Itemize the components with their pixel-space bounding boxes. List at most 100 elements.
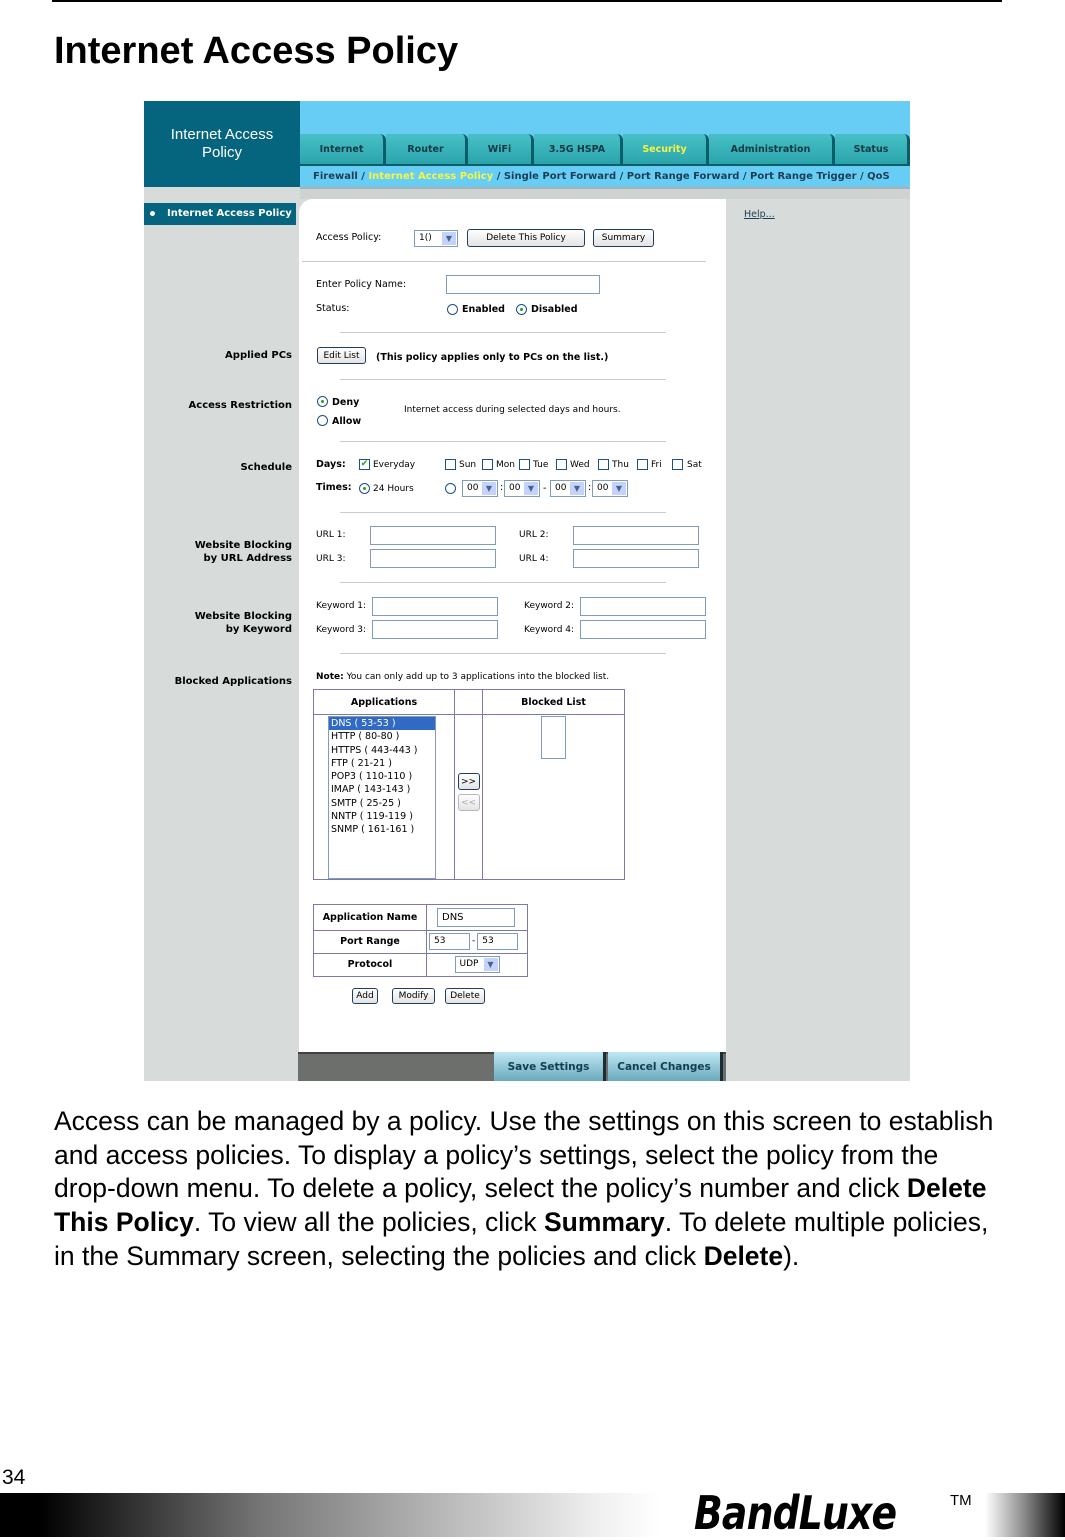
divider [302, 261, 706, 262]
day-tue-label: Tue [533, 460, 549, 470]
chevron-down-icon: ▼ [482, 482, 496, 495]
day-fri-checkbox[interactable] [637, 459, 648, 470]
day-mon-checkbox[interactable] [482, 459, 493, 470]
tab-wifi[interactable]: WiFi [468, 134, 534, 166]
divider [340, 653, 666, 654]
tab-administration[interactable]: Administration [709, 134, 835, 166]
start-minute-value: 00 [509, 483, 521, 493]
cancel-changes-button[interactable]: Cancel Changes [608, 1052, 723, 1081]
allow-radio[interactable] [317, 415, 328, 426]
protocol-value: UDP [459, 959, 479, 970]
application-option[interactable]: POP3 ( 110-110 ) [329, 770, 435, 783]
delete-app-button[interactable]: Delete [445, 988, 485, 1004]
section-keyword-blocking-line1: Website Blocking [194, 611, 292, 622]
page-title: Internet Access Policy [54, 30, 459, 72]
desc-bold-delete: Delete [703, 1240, 784, 1271]
section-access-restriction: Access Restriction [188, 400, 292, 411]
tab-internet[interactable]: Internet [300, 134, 386, 166]
keyword1-input[interactable] [372, 597, 498, 616]
subnav-internet-access-policy[interactable]: Internet Access Policy [368, 171, 493, 182]
day-mon-label: Mon [496, 460, 515, 470]
status-disabled-radio[interactable] [516, 304, 527, 315]
remove-from-blocked-button[interactable]: << [457, 794, 480, 811]
application-option[interactable]: SMTP ( 25-25 ) [329, 797, 435, 810]
everyday-checkbox[interactable]: ✔ [359, 459, 370, 470]
tab-security[interactable]: Security [623, 134, 709, 166]
url2-input[interactable] [573, 526, 699, 545]
custom-time-radio[interactable] [445, 483, 456, 494]
main-tabs: Internet Router WiFi 3.5G HSPA Security … [300, 134, 910, 166]
start-hour-select[interactable]: 00 ▼ [462, 480, 498, 497]
delete-this-policy-button[interactable]: Delete This Policy [467, 229, 585, 247]
url2-label: URL 2: [519, 530, 549, 540]
blocked-listbox[interactable] [541, 716, 566, 759]
protocol-label: Protocol [313, 952, 427, 978]
url1-input[interactable] [370, 526, 496, 545]
tab-hspa[interactable]: 3.5G HSPA [534, 134, 623, 166]
application-option[interactable]: HTTP ( 80-80 ) [329, 730, 435, 743]
everyday-label: Everyday [373, 460, 416, 470]
url3-input[interactable] [370, 549, 496, 568]
add-app-button[interactable]: Add [352, 988, 378, 1004]
day-wed-checkbox[interactable] [556, 459, 567, 470]
sub-navigation: Firewall / Internet Access Policy / Sing… [300, 167, 910, 187]
page-number: 34 [2, 1466, 26, 1489]
day-sun-checkbox[interactable] [445, 459, 456, 470]
port-from-input[interactable]: 53 [429, 933, 470, 951]
save-settings-button[interactable]: Save Settings [494, 1052, 606, 1081]
modify-app-button[interactable]: Modify [392, 988, 435, 1004]
summary-button[interactable]: Summary [593, 229, 654, 247]
applications-header: Applications [313, 689, 455, 715]
port-dash: - [472, 936, 476, 947]
end-minute-value: 00 [597, 483, 609, 493]
start-minute-select[interactable]: 00 ▼ [504, 480, 540, 497]
applications-listbox[interactable]: DNS ( 53-53 ) HTTP ( 80-80 ) HTTPS ( 443-4… [328, 716, 436, 879]
sidebar-item-internet-access-policy[interactable]: Internet Access Policy [144, 203, 296, 225]
chevron-down-icon: ▼ [524, 482, 538, 495]
policy-name-input[interactable] [446, 275, 600, 294]
application-option[interactable]: NNTP ( 119-119 ) [329, 810, 435, 823]
blocked-list-header: Blocked List [482, 689, 625, 715]
status-enabled-radio[interactable] [447, 304, 458, 315]
subnav-firewall[interactable]: Firewall [313, 171, 358, 182]
port-to-input[interactable]: 53 [477, 933, 519, 951]
application-option[interactable]: FTP ( 21-21 ) [329, 757, 435, 770]
application-option[interactable]: IMAP ( 143-143 ) [329, 783, 435, 796]
allow-label: Allow [332, 416, 362, 427]
application-option[interactable]: DNS ( 53-53 ) [329, 717, 435, 731]
url1-label: URL 1: [316, 530, 346, 540]
blocked-apps-note: Note: You can only add up to 3 applicati… [316, 672, 609, 682]
header-title-line1: Internet Access [170, 126, 274, 143]
end-minute-select[interactable]: 00 ▼ [592, 480, 628, 497]
access-policy-select[interactable]: 1() ▼ [414, 230, 458, 247]
day-tue-checkbox[interactable] [519, 459, 530, 470]
protocol-select[interactable]: UDP ▼ [454, 956, 500, 974]
end-hour-select[interactable]: 00 ▼ [550, 480, 586, 497]
keyword2-input[interactable] [580, 597, 706, 616]
days-label: Days: [316, 459, 346, 470]
desc-text-2: . To view all the policies, click [193, 1207, 544, 1238]
deny-radio[interactable] [317, 396, 328, 407]
top-rule [52, 0, 1002, 2]
tab-status[interactable]: Status [835, 134, 910, 166]
add-to-blocked-button[interactable]: >> [457, 773, 480, 790]
chevron-down-icon: ▼ [612, 482, 626, 495]
url4-input[interactable] [573, 549, 699, 568]
application-name-input[interactable]: DNS [437, 907, 515, 927]
tab-router[interactable]: Router [386, 134, 468, 166]
edit-list-button[interactable]: Edit List [317, 347, 366, 364]
note-bold: Note: [316, 672, 344, 682]
access-restriction-note: Internet access during selected days and… [404, 405, 621, 415]
applied-pcs-note: (This policy applies only to PCs on the … [376, 352, 609, 363]
keyword4-input[interactable] [580, 620, 706, 639]
day-thu-checkbox[interactable] [598, 459, 609, 470]
application-option[interactable]: SNMP ( 161-161 ) [329, 823, 435, 836]
subnav-other-links[interactable]: / Single Port Forward / Port Range Forwa… [493, 171, 890, 182]
help-link[interactable]: Help... [744, 209, 775, 220]
application-option[interactable]: HTTPS ( 443-443 ) [329, 744, 435, 757]
hours24-radio[interactable] [359, 483, 370, 494]
day-sat-checkbox[interactable] [672, 459, 683, 470]
keyword3-label: Keyword 3: [316, 625, 367, 635]
keyword3-input[interactable] [372, 620, 498, 639]
chevron-down-icon: ▼ [483, 958, 498, 972]
